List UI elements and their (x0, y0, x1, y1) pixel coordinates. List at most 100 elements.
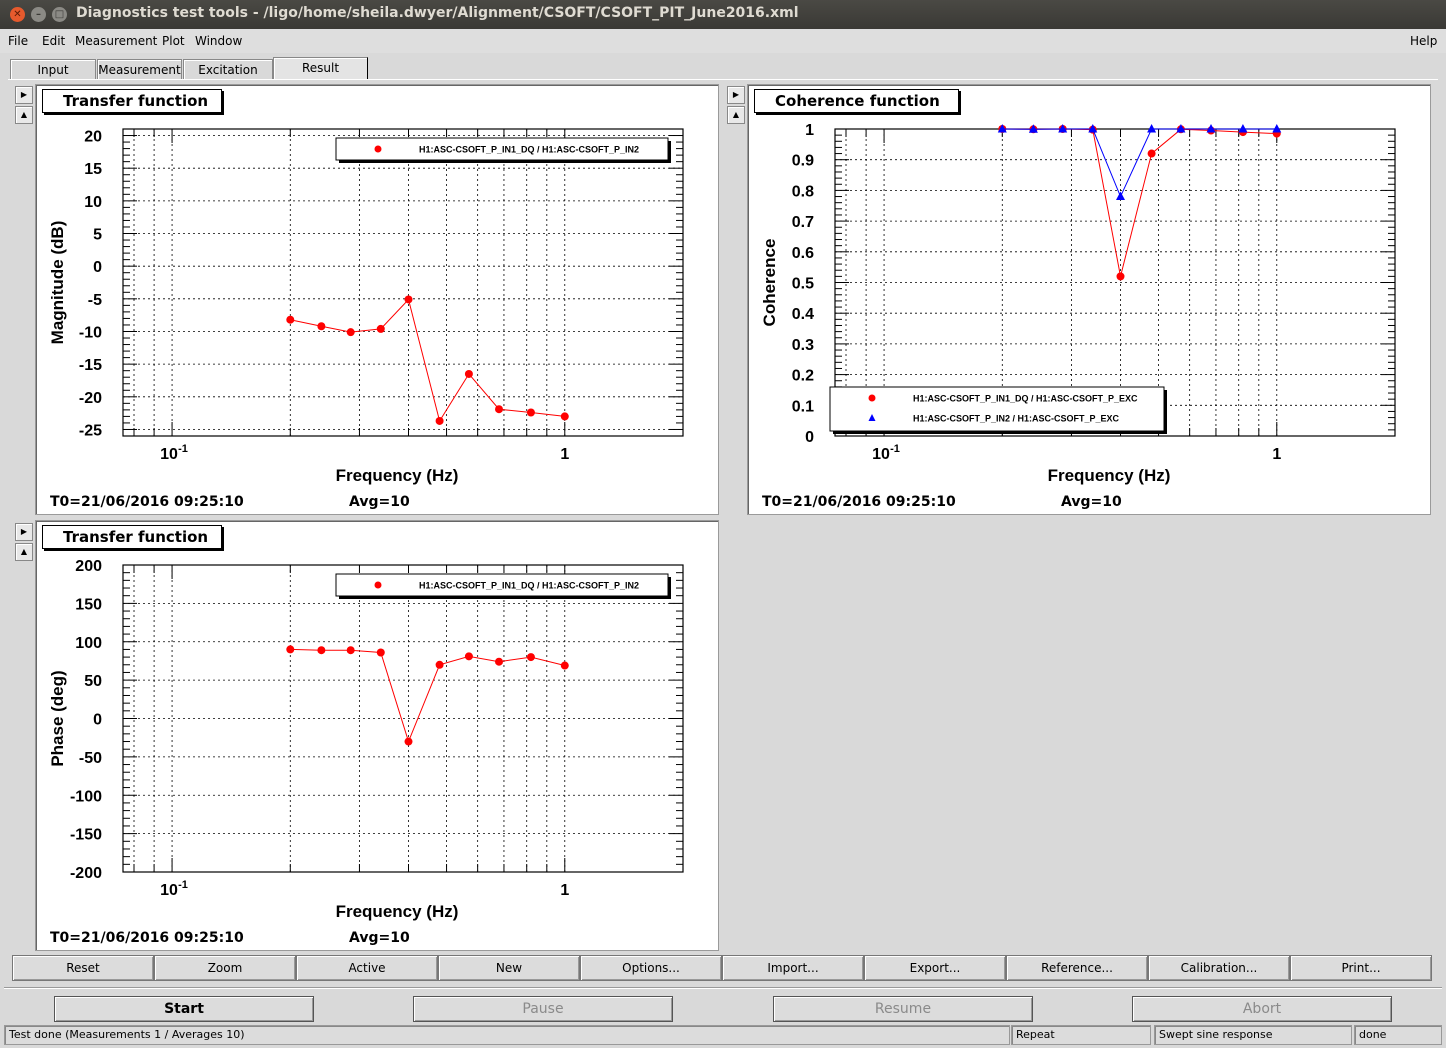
legend-entry: H1:ASC-CSOFT_P_IN1_DQ / H1:ASC-CSOFT_P_E… (913, 394, 1138, 404)
resume-button[interactable]: Resume (773, 996, 1033, 1022)
legend-entry: H1:ASC-CSOFT_P_IN1_DQ / H1:ASC-CSOFT_P_I… (419, 145, 639, 155)
y-tick-label: -15 (79, 357, 102, 374)
tab-excitation[interactable]: Excitation (183, 59, 273, 80)
separator (4, 987, 1442, 989)
y-tick-label: 0 (93, 259, 102, 276)
pause-button[interactable]: Pause (413, 996, 673, 1022)
y-tick-label: 15 (84, 161, 102, 178)
x-axis-label: Frequency (Hz) (336, 466, 459, 485)
data-point (1272, 124, 1282, 133)
new-button[interactable]: New (438, 955, 580, 981)
start-button[interactable]: Start (54, 996, 314, 1022)
x-axis-label: Frequency (Hz) (1048, 466, 1171, 485)
y-tick-label: 0.1 (792, 398, 814, 415)
menu-window[interactable]: Window (195, 34, 242, 48)
x-tick-label-exponent: -1 (890, 443, 900, 455)
maximize-icon[interactable]: □ (52, 7, 67, 22)
legend-marker (374, 145, 382, 153)
pad-collapse-button[interactable]: ▲ (15, 543, 33, 561)
data-point (1238, 124, 1248, 133)
menu-plot[interactable]: Plot (162, 34, 185, 48)
pad-expand-button[interactable]: ▶ (727, 86, 745, 104)
pad-collapse-button[interactable]: ▲ (727, 106, 745, 124)
options-button[interactable]: Options... (580, 955, 722, 981)
data-point (435, 416, 444, 425)
y-tick-label: 100 (75, 635, 102, 652)
close-icon[interactable]: ✕ (10, 7, 25, 22)
phase-plot-panel[interactable]: Transfer function 200 150 100 50 0 -50 -100 -15… (35, 520, 719, 951)
y-tick-label: -150 (70, 827, 102, 844)
y-tick-label: -200 (70, 865, 102, 882)
avg-label: Avg=10 (349, 494, 410, 510)
pad-expand-button[interactable]: ▶ (15, 86, 33, 104)
tab-divider (8, 79, 1438, 80)
data-point (1147, 124, 1157, 133)
y-tick-label: 0.2 (792, 368, 814, 385)
x-tick-label: 10 (872, 446, 890, 463)
status-mode: Repeat (1011, 1025, 1151, 1045)
y-tick-label: -50 (79, 750, 102, 767)
data-point (404, 295, 413, 304)
data-point (464, 369, 473, 378)
x-tick-label-exponent: -1 (178, 443, 188, 455)
y-tick-label: -25 (79, 422, 102, 439)
series-line (1002, 128, 1277, 277)
avg-label: Avg=10 (349, 930, 410, 946)
magnitude-plot-panel[interactable]: Transfer function 20 15 10 5 0 -5 -10 -15 -20 -25… (35, 84, 719, 515)
y-tick-label: 0.6 (792, 245, 814, 262)
pad-expand-button[interactable]: ▶ (15, 523, 33, 541)
plot-area: 20151050-5-10-15-20-2510 -1 1Frequency (Hz… (48, 128, 684, 485)
x-tick-label: 10 (160, 446, 178, 463)
active-button[interactable]: Active (296, 955, 438, 981)
data-point (376, 648, 385, 657)
y-tick-label: -10 (79, 324, 102, 341)
avg-label: Avg=10 (1061, 494, 1122, 510)
data-point (1147, 149, 1156, 158)
y-tick-label: 1 (805, 122, 814, 139)
y-tick-label: 0.3 (792, 337, 814, 354)
data-point (317, 322, 326, 331)
plot-area: 1 0.9 0.8 0.7 0.6 0.5 0.4 0.3 0.2 0.1 0 10 -1 1 Freque… (760, 122, 1396, 485)
tab-input[interactable]: Input (10, 59, 96, 80)
phase-chart: 200 150 100 50 0 -50 -100 -150 -200 10 -1 1 Frequenc… (48, 558, 684, 921)
y-tick-label: 0.9 (792, 153, 814, 170)
print-button[interactable]: Print... (1290, 955, 1432, 981)
tab-measurement[interactable]: Measurement (97, 59, 182, 80)
legend-entry: H1:ASC-CSOFT_P_IN2 / H1:ASC-CSOFT_P_EXC (913, 414, 1120, 424)
export-button[interactable]: Export... (864, 955, 1006, 981)
calibration-button[interactable]: Calibration... (1148, 955, 1290, 981)
reset-button[interactable]: Reset (12, 955, 154, 981)
import-button[interactable]: Import... (722, 955, 864, 981)
menu-file[interactable]: File (8, 34, 28, 48)
data-point (317, 646, 326, 655)
data-point (526, 408, 535, 417)
tab-result[interactable]: Result (273, 57, 368, 80)
t0-label: T0=21/06/2016 09:25:10 (762, 494, 956, 510)
data-point (495, 405, 504, 414)
y-tick-label: -5 (88, 292, 102, 309)
data-point (464, 652, 473, 661)
y-tick-label: 5 (93, 227, 102, 244)
menu-measurement[interactable]: Measurement (75, 34, 157, 48)
y-tick-label: -100 (70, 788, 102, 805)
menu-edit[interactable]: Edit (42, 34, 65, 48)
x-tick-label-exponent: -1 (178, 879, 188, 891)
plot-area: 200 150 100 50 0 -50 -100 -150 -200 10 -1 1 Frequenc… (48, 558, 684, 921)
legend-entry: H1:ASC-CSOFT_P_IN1_DQ / H1:ASC-CSOFT_P_I… (419, 581, 639, 591)
zoom-button[interactable]: Zoom (154, 955, 296, 981)
data-point (346, 328, 355, 337)
y-tick-label: 0.4 (792, 306, 814, 323)
coherence-plot-panel[interactable]: Coherence function 1 0.9 0.8 0.7 0.6 0.5 0.4 0.… (747, 84, 1431, 515)
menu-bar: File Edit Measurement Plot Window Help (0, 29, 1446, 53)
y-tick-label: 10 (84, 194, 102, 211)
abort-button[interactable]: Abort (1132, 996, 1392, 1022)
plot-frame (122, 128, 684, 437)
reference-button[interactable]: Reference... (1006, 955, 1148, 981)
menu-help[interactable]: Help (1410, 34, 1437, 48)
minimize-icon[interactable]: – (31, 7, 46, 22)
y-tick-label: 0 (805, 429, 814, 446)
pad-collapse-button[interactable]: ▲ (15, 106, 33, 124)
data-point (435, 660, 444, 669)
data-point (1116, 191, 1126, 201)
legend-marker (868, 394, 876, 402)
